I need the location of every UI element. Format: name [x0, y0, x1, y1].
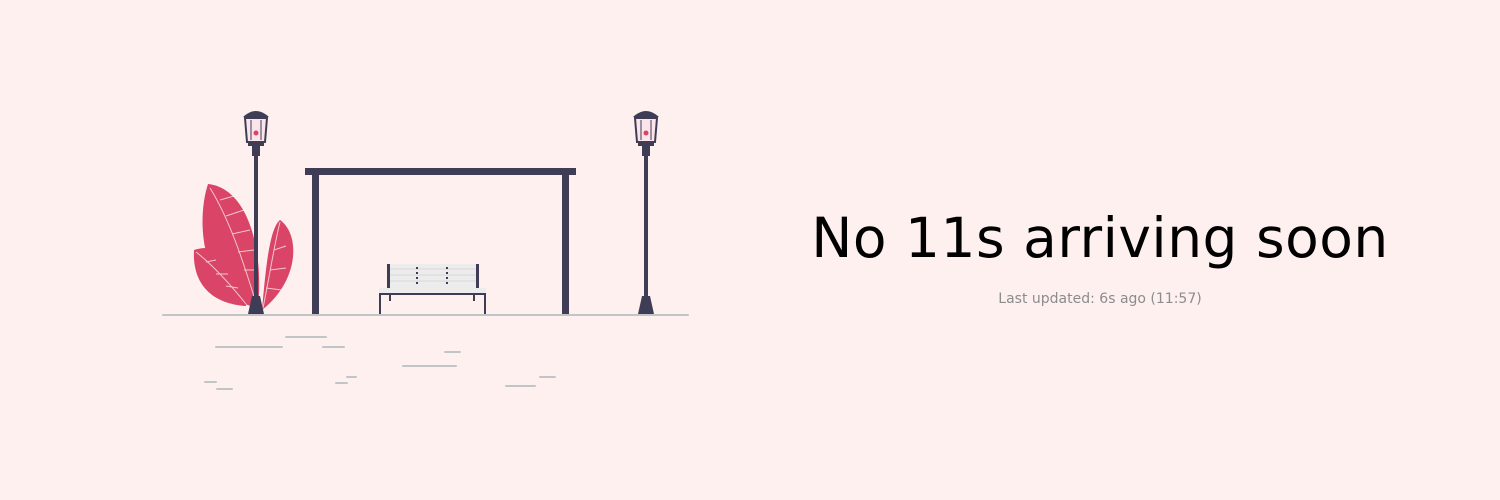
bench-icon	[379, 264, 486, 314]
last-updated-text: Last updated: 6s ago (11:57)	[998, 291, 1202, 307]
lamp-post-icon	[633, 111, 659, 314]
plant-icon	[193, 184, 294, 310]
no-arrivals-page: No 11s arriving soon Last updated: 6s ag…	[0, 0, 1500, 500]
bus-stop-illustration	[162, 111, 689, 390]
ground	[162, 314, 689, 390]
no-arrivals-headline: No 11s arriving soon	[811, 206, 1389, 270]
status-message: No 11s arriving soon Last updated: 6s ag…	[700, 205, 1500, 307]
